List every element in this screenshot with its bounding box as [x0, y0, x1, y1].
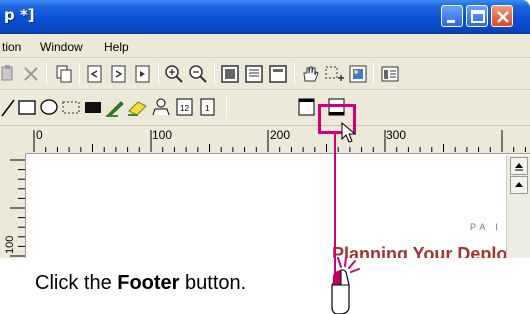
zoom-out-icon[interactable]	[187, 63, 209, 85]
page-number-icon[interactable]: 12	[174, 96, 196, 118]
minimize-icon	[447, 20, 455, 23]
insert-picture-icon[interactable]	[347, 63, 369, 85]
vertical-ruler-label: 100	[4, 235, 16, 254]
maximize-button[interactable]	[466, 5, 488, 27]
menu-item-help[interactable]: Help	[104, 40, 129, 54]
scroll-up-icon	[515, 163, 523, 171]
toolbar-separator	[46, 63, 47, 85]
header-icon[interactable]	[296, 96, 318, 118]
fill-box-icon[interactable]	[82, 96, 104, 118]
drawing-toolbar: 12 1	[0, 90, 530, 126]
document-canvas[interactable]	[27, 155, 506, 258]
app-window: p *] tion Window Help 12 1 0 100 200 300…	[0, 0, 530, 258]
toolbar-separator	[226, 96, 227, 118]
hand-tool-icon[interactable]	[299, 63, 321, 85]
standard-toolbar	[0, 58, 530, 90]
person-tool-icon[interactable]	[150, 96, 172, 118]
mouse-click-icon	[331, 256, 360, 314]
mouse-pointer-icon	[341, 122, 357, 143]
page-next-icon[interactable]	[108, 63, 130, 85]
svg-text:12: 12	[180, 104, 189, 113]
vertical-scrollbar[interactable]	[506, 155, 530, 258]
rectangle-tool-icon[interactable]	[16, 96, 38, 118]
menu-item-window[interactable]: Window	[40, 40, 83, 54]
caption-bold: Footer	[117, 272, 180, 294]
preview-icon[interactable]	[379, 63, 401, 85]
ellipse-tool-icon[interactable]	[38, 96, 60, 118]
view-two-icon[interactable]	[243, 63, 265, 85]
copy-icon[interactable]	[53, 63, 75, 85]
chevron-up-icon	[515, 182, 523, 187]
instruction-caption: Click the Footer button.	[35, 272, 246, 295]
eraser-tool-icon[interactable]	[126, 96, 148, 118]
delete-icon[interactable]	[20, 63, 42, 85]
select-add-icon[interactable]	[323, 63, 345, 85]
ruler-label-200: 200	[270, 128, 291, 142]
ruler-label-0: 0	[36, 128, 43, 142]
minimize-button[interactable]	[441, 5, 463, 27]
document-section-label: PA I	[470, 222, 502, 232]
caption-prefix: Click the	[35, 272, 118, 294]
maximize-icon	[471, 10, 485, 23]
dashed-box-icon[interactable]	[60, 96, 82, 118]
scroll-up-button[interactable]	[510, 157, 528, 175]
horizontal-ruler: 0 100 200 300	[0, 126, 530, 154]
toolbar-separator	[214, 63, 215, 85]
vertical-ruler: 100	[0, 154, 26, 258]
pen-tool-icon[interactable]	[104, 96, 126, 118]
view-full-icon[interactable]	[267, 63, 289, 85]
toolbar-separator	[294, 63, 295, 85]
zoom-in-icon[interactable]	[163, 63, 185, 85]
toolbar-separator	[158, 63, 159, 85]
view-page-icon[interactable]	[219, 63, 241, 85]
page-prev-icon[interactable]	[84, 63, 106, 85]
page-add-icon[interactable]	[132, 63, 154, 85]
scroll-up-small-button[interactable]	[510, 176, 528, 194]
title-bar[interactable]: p *]	[0, 0, 530, 34]
paste-icon[interactable]	[0, 63, 22, 85]
ruler-label-300: 300	[386, 128, 407, 142]
svg-text:1: 1	[205, 104, 210, 113]
toolbar-separator	[79, 63, 80, 85]
ruler-label-100: 100	[152, 128, 173, 142]
close-button[interactable]	[491, 5, 513, 27]
window-title: p *]	[4, 6, 35, 24]
menu-item-partial[interactable]: tion	[2, 40, 21, 54]
menu-bar: tion Window Help	[0, 34, 530, 58]
toolbar-separator	[373, 63, 374, 85]
caption-suffix: button.	[179, 272, 247, 294]
page-number-1-icon[interactable]: 1	[198, 96, 220, 118]
ruler-ticks	[0, 126, 526, 154]
close-icon	[497, 11, 509, 23]
